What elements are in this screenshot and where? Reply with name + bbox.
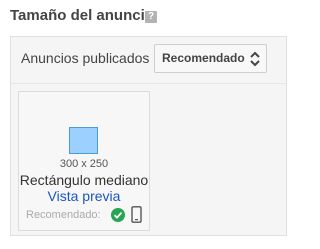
published-ads-label: Anuncios publicados [21,50,150,66]
ad-dimensions: 300 x 250 [59,158,109,170]
ad-size-card[interactable]: 300 x 250 Rectángulo mediano Vista previ… [18,91,150,231]
recommendation-select[interactable]: Recomendado [154,44,267,73]
recommended-label: Recomendado: [26,209,101,221]
select-value: Recomendado [162,51,245,65]
mobile-phone-icon [131,206,142,223]
ad-size-preview-icon [69,127,98,154]
check-circle-icon [111,208,125,222]
ad-size-name: Rectángulo mediano [19,172,149,188]
preview-link[interactable]: Vista previa [19,188,149,204]
page-title: Tamaño del anuncio [10,7,154,24]
divider [11,83,286,84]
help-icon[interactable]: ? [145,11,157,23]
chevron-up-down-icon [250,51,260,67]
ad-size-panel: Anuncios publicados Recomendado 300 x 25… [10,36,287,236]
